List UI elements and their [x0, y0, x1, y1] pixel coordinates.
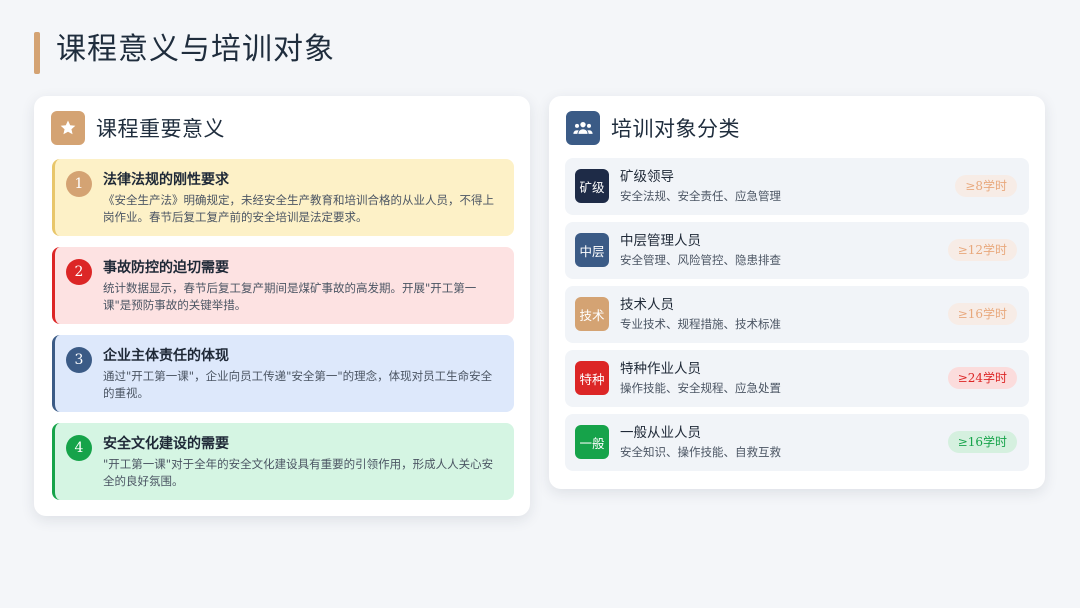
audience-description: 安全法规、安全责任、应急管理	[620, 189, 781, 203]
item-title: 事故防控的迫切需要	[103, 260, 229, 276]
significance-list: 1 法律法规的刚性要求 《安全生产法》明确规定，未经安全生产教育和培训合格的从业…	[52, 159, 514, 511]
item-description: "开工第一课"对于全年的安全文化建设具有重要的引领作用，形成人人关心安全的良好氛…	[103, 457, 494, 488]
significance-item: 3 企业主体责任的体现 通过"开工第一课"，企业向员工传递"安全第一"的理念，体…	[52, 335, 514, 412]
audience-name: 技术人员	[620, 297, 674, 313]
item-title: 企业主体责任的体现	[103, 348, 229, 364]
item-description: 通过"开工第一课"，企业向员工传递"安全第一"的理念，体现对员工生命安全的重视。	[103, 369, 493, 400]
users-icon	[566, 111, 600, 145]
audience-description: 专业技术、规程措施、技术标准	[620, 317, 781, 331]
audience-item: 特种 特种作业人员 操作技能、安全规程、应急处置 ≥24学时	[565, 350, 1029, 407]
audience-badge: 特种	[575, 361, 609, 395]
significance-item: 2 事故防控的迫切需要 统计数据显示，春节后复工复产期间是煤矿事故的高发期。开展…	[52, 247, 514, 324]
audience-name: 一般从业人员	[620, 425, 701, 441]
audience-description: 安全知识、操作技能、自救互救	[620, 445, 781, 459]
significance-card: 课程重要意义 1 法律法规的刚性要求 《安全生产法》明确规定，未经安全生产教育和…	[34, 96, 530, 516]
hours-badge: ≥12学时	[947, 239, 1017, 261]
audience-item: 技术 技术人员 专业技术、规程措施、技术标准 ≥16学时	[565, 286, 1029, 343]
audience-description: 操作技能、安全规程、应急处置	[620, 381, 781, 395]
audience-badge: 矿级	[575, 169, 609, 203]
hours-badge: ≥24学时	[947, 367, 1017, 389]
audience-title: 培训对象分类	[611, 117, 740, 141]
audience-item: 一般 一般从业人员 安全知识、操作技能、自救互救 ≥16学时	[565, 414, 1029, 471]
hours-badge: ≥16学时	[947, 303, 1017, 325]
audience-badge: 中层	[575, 233, 609, 267]
audience-badge: 一般	[575, 425, 609, 459]
significance-header: 课程重要意义	[51, 111, 225, 145]
item-number: 2	[66, 259, 92, 285]
audience-item: 矿级 矿级领导 安全法规、安全责任、应急管理 ≥8学时	[565, 158, 1029, 215]
item-description: 《安全生产法》明确规定，未经安全生产教育和培训合格的从业人员，不得上岗作业。春节…	[103, 193, 494, 224]
significance-item: 1 法律法规的刚性要求 《安全生产法》明确规定，未经安全生产教育和培训合格的从业…	[52, 159, 514, 236]
audience-badge: 技术	[575, 297, 609, 331]
audience-name: 特种作业人员	[620, 361, 701, 377]
item-description: 统计数据显示，春节后复工复产期间是煤矿事故的高发期。开展"开工第一课"是预防事故…	[103, 281, 477, 312]
audience-header: 培训对象分类	[566, 111, 740, 145]
audience-list: 矿级 矿级领导 安全法规、安全责任、应急管理 ≥8学时 中层 中层管理人员 安全…	[565, 158, 1029, 478]
audience-name: 中层管理人员	[620, 233, 701, 249]
item-number: 4	[66, 435, 92, 461]
hours-badge: ≥8学时	[955, 175, 1017, 197]
item-title: 安全文化建设的需要	[103, 436, 229, 452]
audience-card: 培训对象分类 矿级 矿级领导 安全法规、安全责任、应急管理 ≥8学时 中层 中层…	[549, 96, 1045, 489]
item-title: 法律法规的刚性要求	[103, 172, 229, 188]
star-icon	[51, 111, 85, 145]
page-title: 课程意义与培训对象	[56, 32, 335, 67]
hours-badge: ≥16学时	[947, 431, 1017, 453]
audience-name: 矿级领导	[620, 169, 674, 185]
significance-item: 4 安全文化建设的需要 "开工第一课"对于全年的安全文化建设具有重要的引领作用，…	[52, 423, 514, 500]
audience-description: 安全管理、风险管控、隐患排查	[620, 253, 781, 267]
title-accent-bar	[34, 32, 40, 74]
item-number: 1	[66, 171, 92, 197]
audience-item: 中层 中层管理人员 安全管理、风险管控、隐患排查 ≥12学时	[565, 222, 1029, 279]
item-number: 3	[66, 347, 92, 373]
significance-title: 课程重要意义	[96, 117, 225, 141]
